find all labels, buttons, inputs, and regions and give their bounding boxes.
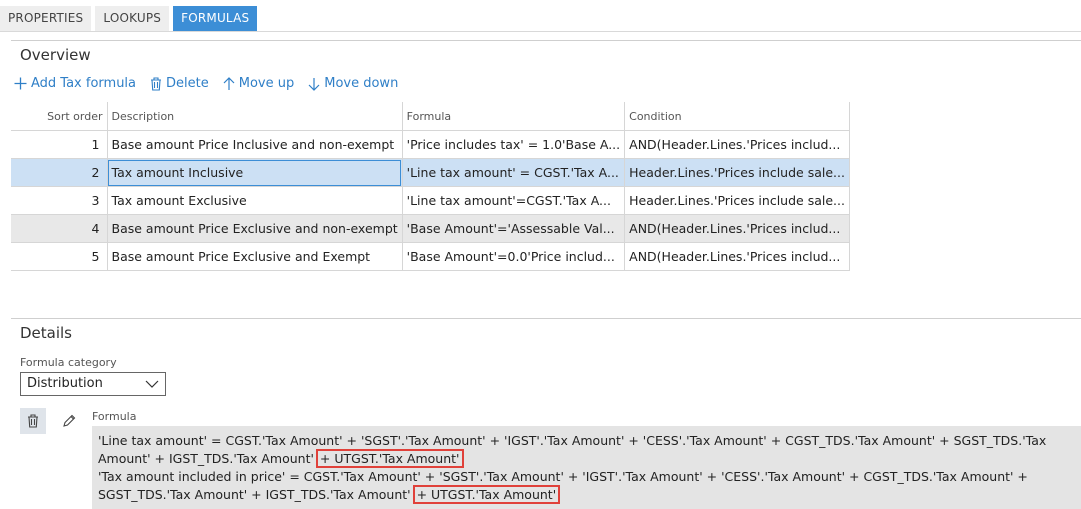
chevron-down-icon <box>145 380 159 388</box>
formula-category-label: Formula category <box>20 356 117 369</box>
tab-lookups[interactable]: LOOKUPS <box>95 6 170 31</box>
formula-line-1-highlight: + UTGST.'Tax Amount' <box>315 449 464 468</box>
sort-order-cell: 5 <box>11 242 108 271</box>
formula-text[interactable]: 'Line tax amount' = CGST.'Tax Amount' + … <box>92 426 1081 509</box>
add-tax-formula-button[interactable]: Add Tax formula <box>14 76 136 91</box>
tab-divider <box>0 31 1081 32</box>
overview-title: Overview <box>20 46 91 64</box>
formula-line-2: 'Tax amount included in price' = CGST.'T… <box>98 469 1028 502</box>
formula-category-value: Distribution <box>27 376 103 391</box>
trash-icon <box>151 76 162 91</box>
formula-cell[interactable]: 'Line tax amount' = CGST.'Tax A... <box>402 158 626 187</box>
formula-grid: Sort order Description Formula Condition… <box>11 102 850 271</box>
formula-cell[interactable]: 'Base Amount'=0.0'Price includ... <box>402 242 626 271</box>
pencil-icon <box>63 414 76 427</box>
tab-strip: PROPERTIES LOOKUPS FORMULAS <box>0 0 261 31</box>
details-title: Details <box>20 324 73 342</box>
condition-cell[interactable]: AND(Header.Lines.'Prices includ... <box>624 130 850 159</box>
formula-line-2-highlight: + UTGST.'Tax Amount' <box>412 485 561 504</box>
table-row[interactable]: 2 Tax amount Inclusive 'Line tax amount'… <box>11 158 850 187</box>
formula-cell[interactable]: 'Price includes tax' = 1.0'Base A... <box>402 130 626 159</box>
formula-category-select[interactable]: Distribution <box>20 372 166 396</box>
column-header-description[interactable]: Description <box>107 102 403 131</box>
sort-order-cell: 4 <box>11 214 108 243</box>
table-row[interactable]: 5 Base amount Price Exclusive and Exempt… <box>11 242 850 271</box>
delete-button[interactable]: Delete <box>150 76 209 91</box>
move-down-label: Move down <box>324 76 399 91</box>
arrow-up-icon <box>223 76 235 90</box>
move-down-button[interactable]: Move down <box>308 76 398 91</box>
sort-order-cell: 2 <box>11 158 108 187</box>
formula-label: Formula <box>92 410 137 423</box>
sort-order-cell: 1 <box>11 130 108 159</box>
details-divider <box>11 318 1081 319</box>
arrow-down-icon <box>308 77 320 91</box>
table-row[interactable]: 4 Base amount Price Exclusive and non-ex… <box>11 214 850 243</box>
description-cell[interactable]: Base amount Price Exclusive and Exempt <box>107 242 403 271</box>
table-row[interactable]: 3 Tax amount Exclusive 'Line tax amount'… <box>11 186 850 215</box>
tab-properties[interactable]: PROPERTIES <box>0 6 92 31</box>
move-up-label: Move up <box>238 76 295 91</box>
column-header-condition[interactable]: Condition <box>624 102 850 131</box>
column-header-sort-order[interactable]: Sort order <box>11 102 108 131</box>
delete-label: Delete <box>166 76 209 91</box>
condition-cell[interactable]: AND(Header.Lines.'Prices includ... <box>624 214 850 243</box>
description-cell[interactable]: Tax amount Exclusive <box>107 186 403 215</box>
move-up-button[interactable]: Move up <box>223 76 295 91</box>
overview-divider <box>11 40 1081 41</box>
description-cell[interactable]: Base amount Price Inclusive and non-exem… <box>107 130 403 159</box>
formula-cell[interactable]: 'Base Amount'='Assessable Val... <box>402 214 626 243</box>
description-cell[interactable]: Tax amount Inclusive <box>107 158 403 187</box>
condition-cell[interactable]: Header.Lines.'Prices include sale... <box>624 186 850 215</box>
formula-line-1: 'Line tax amount' = CGST.'Tax Amount' + … <box>98 433 1047 466</box>
condition-cell[interactable]: Header.Lines.'Prices include sale... <box>624 158 850 187</box>
formula-cell[interactable]: 'Line tax amount'=CGST.'Tax A... <box>402 186 626 215</box>
edit-formula-button[interactable] <box>56 408 82 434</box>
trash-icon <box>28 414 38 428</box>
add-tax-formula-label: Add Tax formula <box>31 76 137 91</box>
column-header-formula[interactable]: Formula <box>402 102 626 131</box>
sort-order-cell: 3 <box>11 186 108 215</box>
overview-toolbar: Add Tax formula Delete Move up Move down <box>14 76 412 91</box>
delete-formula-button[interactable] <box>20 408 46 434</box>
table-row[interactable]: 1 Base amount Price Inclusive and non-ex… <box>11 130 850 159</box>
condition-cell[interactable]: AND(Header.Lines.'Prices includ... <box>624 242 850 271</box>
description-cell[interactable]: Base amount Price Exclusive and non-exem… <box>107 214 403 243</box>
tab-formulas[interactable]: FORMULAS <box>173 6 258 31</box>
plus-icon <box>14 77 27 90</box>
